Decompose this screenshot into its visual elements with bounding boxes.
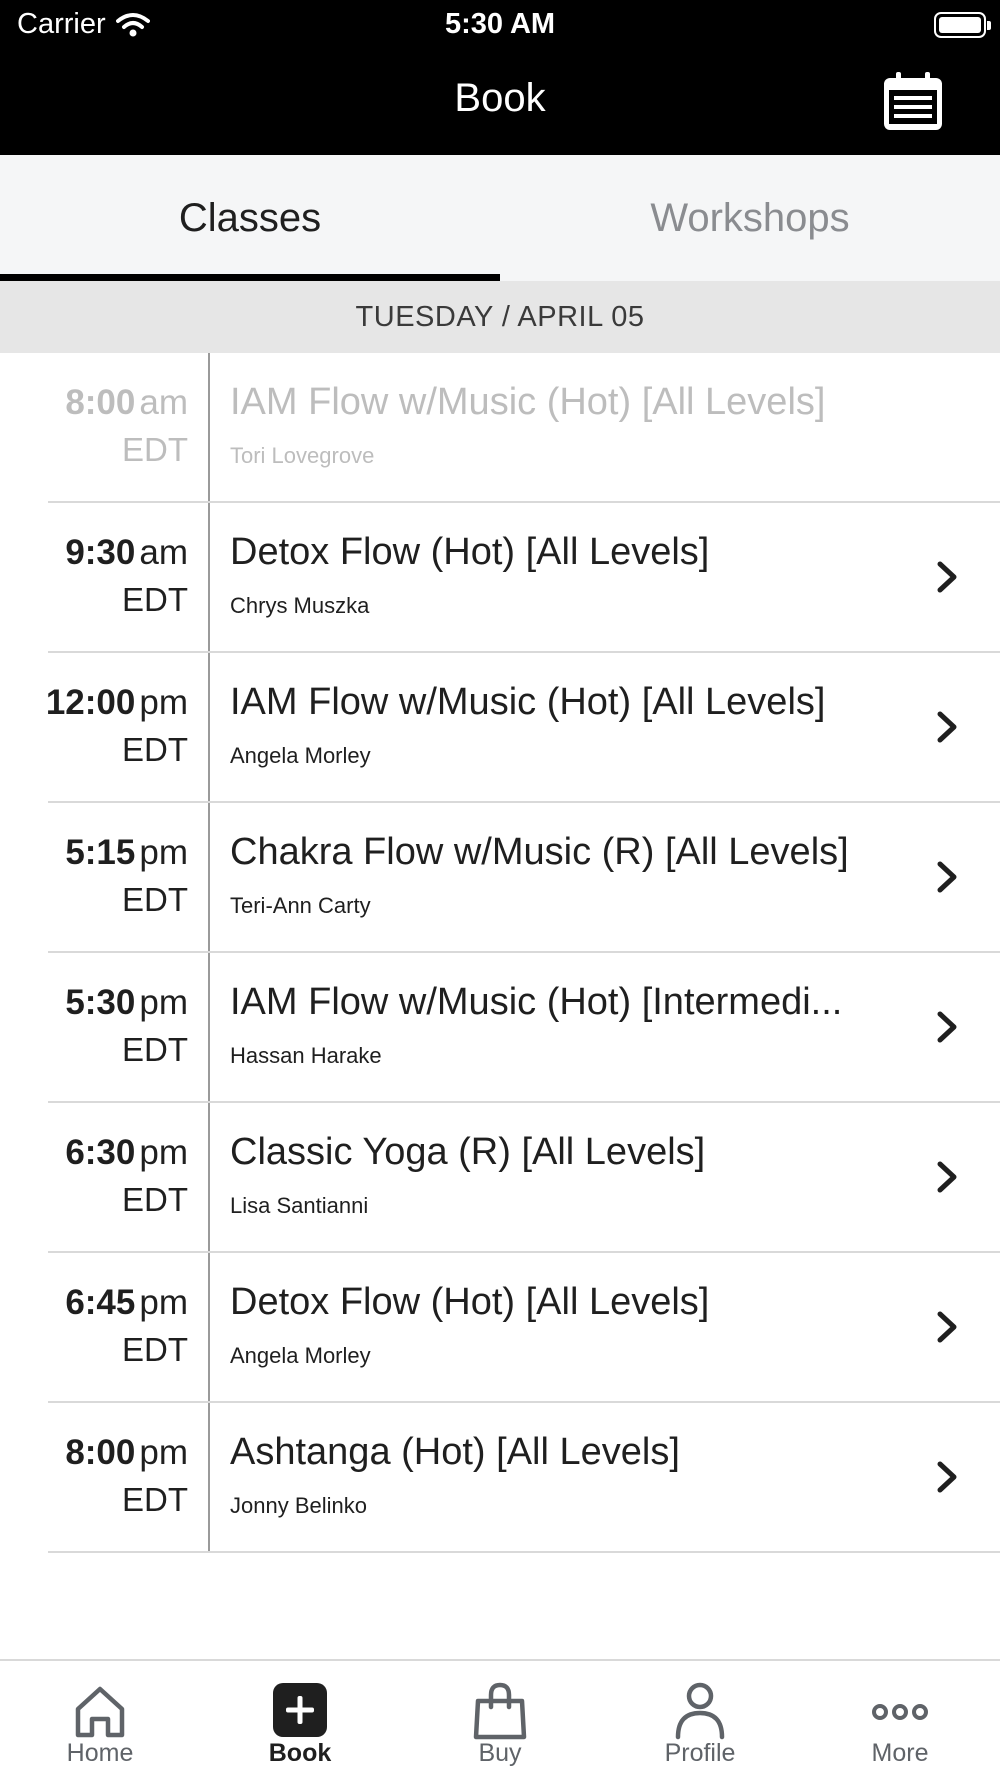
chevron-right-icon bbox=[937, 1161, 957, 1193]
class-instructor: Lisa Santianni bbox=[230, 1193, 369, 1218]
tabbar-more-label: More bbox=[871, 1739, 929, 1767]
chevron-right-icon bbox=[937, 1311, 957, 1343]
class-timezone: EDT bbox=[122, 1331, 188, 1368]
class-instructor: Angela Morley bbox=[230, 743, 371, 768]
tabbar-book[interactable]: Book bbox=[200, 1661, 400, 1778]
class-row[interactable]: 8:00 pm EDT Ashtanga (Hot) [All Levels] Jonn… bbox=[0, 1403, 1000, 1553]
class-time: 5:30 pm bbox=[65, 983, 188, 1023]
tabbar-buy[interactable]: Buy bbox=[400, 1661, 600, 1778]
class-timezone: EDT bbox=[122, 731, 188, 768]
segment-tabs: Classes Workshops bbox=[0, 155, 1000, 281]
tabbar-home[interactable]: Home bbox=[0, 1661, 200, 1778]
top-bar: Carrier 5:30 AM Book bbox=[0, 0, 1000, 155]
class-row[interactable]: 5:30 pm EDT IAM Flow w/Music (Hot) [Interme… bbox=[0, 953, 1000, 1103]
tabbar-buy-label: Buy bbox=[478, 1739, 522, 1767]
tabbar-home-label: Home bbox=[66, 1739, 134, 1767]
class-time-value: 9:30 bbox=[65, 533, 136, 572]
status-time: 5:30 AM bbox=[444, 8, 556, 40]
plus-square-icon bbox=[273, 1683, 327, 1737]
class-time-value: 12:00 bbox=[45, 683, 136, 722]
row-divider bbox=[208, 803, 210, 953]
class-row[interactable]: 9:30 am EDT Detox Flow (Hot) [All Levels] Ch… bbox=[0, 503, 1000, 653]
class-instructor: Tori Lovegrove bbox=[230, 443, 375, 468]
chevron-right-icon bbox=[937, 1461, 957, 1493]
class-name: Detox Flow (Hot) [All Levels] bbox=[230, 531, 710, 573]
row-divider bbox=[208, 1403, 210, 1553]
class-timezone: EDT bbox=[122, 1181, 188, 1218]
calendar-icon[interactable] bbox=[878, 70, 948, 134]
row-divider bbox=[208, 503, 210, 653]
row-divider bbox=[208, 1253, 210, 1403]
class-time-value: 5:30 bbox=[65, 983, 136, 1022]
class-row[interactable]: 6:45 pm EDT Detox Flow (Hot) [All Levels] An… bbox=[0, 1253, 1000, 1403]
status-bar: Carrier 5:30 AM bbox=[0, 0, 1000, 52]
chevron-right-icon bbox=[937, 1011, 957, 1043]
class-instructor: Hassan Harake bbox=[230, 1043, 382, 1068]
class-instructor: Teri-Ann Carty bbox=[230, 893, 371, 918]
class-instructor: Chrys Muszka bbox=[230, 593, 370, 618]
class-row: 8:00 am EDT IAM Flow w/Music (Hot) [All Lev… bbox=[0, 353, 1000, 503]
class-time-value: 6:30 bbox=[65, 1133, 136, 1172]
class-time-ampm: pm bbox=[139, 833, 188, 872]
class-time-ampm: am bbox=[139, 383, 188, 422]
date-heading: TUESDAY / APRIL 05 bbox=[0, 281, 1000, 353]
class-row[interactable]: 5:15 pm EDT Chakra Flow w/Music (R) [All Le… bbox=[0, 803, 1000, 953]
tabbar-more[interactable]: More bbox=[800, 1661, 1000, 1778]
bottom-tab-bar: Home Book Buy Profile More bbox=[0, 1659, 1000, 1778]
class-time-value: 8:00 bbox=[65, 383, 136, 422]
row-divider bbox=[208, 353, 210, 503]
class-name: Ashtanga (Hot) [All Levels] bbox=[230, 1431, 680, 1473]
battery-icon bbox=[934, 12, 991, 38]
class-time: 8:00 am bbox=[65, 383, 188, 423]
chevron-right-icon bbox=[937, 711, 957, 743]
chevron-right-icon bbox=[937, 561, 957, 593]
class-time: 12:00 pm bbox=[46, 683, 188, 723]
class-row[interactable]: 6:30 pm EDT Classic Yoga (R) [All Levels] Li… bbox=[0, 1103, 1000, 1253]
class-name: IAM Flow w/Music (Hot) [All Levels] bbox=[230, 381, 826, 423]
home-icon bbox=[75, 1686, 125, 1738]
class-time: 8:00 pm bbox=[65, 1433, 188, 1473]
class-time-ampm: pm bbox=[139, 1283, 188, 1322]
class-name: IAM Flow w/Music (Hot) [Intermedi... bbox=[230, 981, 843, 1023]
class-timezone: EDT bbox=[122, 581, 188, 618]
class-timezone: EDT bbox=[122, 881, 188, 918]
row-divider bbox=[208, 953, 210, 1103]
class-timezone: EDT bbox=[122, 1481, 188, 1518]
class-list: 8:00 am EDT IAM Flow w/Music (Hot) [All Lev… bbox=[0, 353, 1000, 1553]
class-time: 6:30 pm bbox=[65, 1133, 188, 1173]
row-separator bbox=[48, 1551, 1000, 1553]
class-instructor: Jonny Belinko bbox=[230, 1493, 367, 1518]
class-name: Chakra Flow w/Music (R) [All Levels] bbox=[230, 831, 849, 873]
class-time-value: 6:45 bbox=[65, 1283, 136, 1322]
class-instructor: Angela Morley bbox=[230, 1343, 371, 1368]
person-icon bbox=[675, 1682, 725, 1740]
tabbar-profile[interactable]: Profile bbox=[600, 1661, 800, 1778]
tabbar-profile-label: Profile bbox=[664, 1739, 736, 1767]
row-divider bbox=[208, 1103, 210, 1253]
class-time-ampm: pm bbox=[139, 983, 188, 1022]
tab-classes[interactable]: Classes bbox=[0, 155, 500, 281]
page-title: Book bbox=[454, 76, 546, 120]
more-dots-icon bbox=[872, 1704, 928, 1720]
tabbar-book-label: Book bbox=[268, 1739, 332, 1767]
class-timezone: EDT bbox=[122, 1031, 188, 1068]
class-time-ampm: am bbox=[139, 533, 188, 572]
shopping-bag-icon bbox=[473, 1682, 527, 1740]
class-time: 6:45 pm bbox=[65, 1283, 188, 1323]
class-name: Classic Yoga (R) [All Levels] bbox=[230, 1131, 706, 1173]
class-time: 9:30 am bbox=[65, 533, 188, 573]
class-name: Detox Flow (Hot) [All Levels] bbox=[230, 1281, 710, 1323]
class-time-ampm: pm bbox=[139, 1133, 188, 1172]
tab-workshops[interactable]: Workshops bbox=[500, 155, 1000, 281]
class-time-ampm: pm bbox=[139, 683, 188, 722]
class-timezone: EDT bbox=[122, 431, 188, 468]
row-divider bbox=[208, 653, 210, 803]
chevron-right-icon bbox=[937, 861, 957, 893]
class-time-ampm: pm bbox=[139, 1433, 188, 1472]
class-time-value: 5:15 bbox=[65, 833, 136, 872]
class-row[interactable]: 12:00 pm EDT IAM Flow w/Music (Hot) [All Le… bbox=[0, 653, 1000, 803]
class-name: IAM Flow w/Music (Hot) [All Levels] bbox=[230, 681, 826, 723]
class-time: 5:15 pm bbox=[65, 833, 188, 873]
class-time-value: 8:00 bbox=[65, 1433, 136, 1472]
